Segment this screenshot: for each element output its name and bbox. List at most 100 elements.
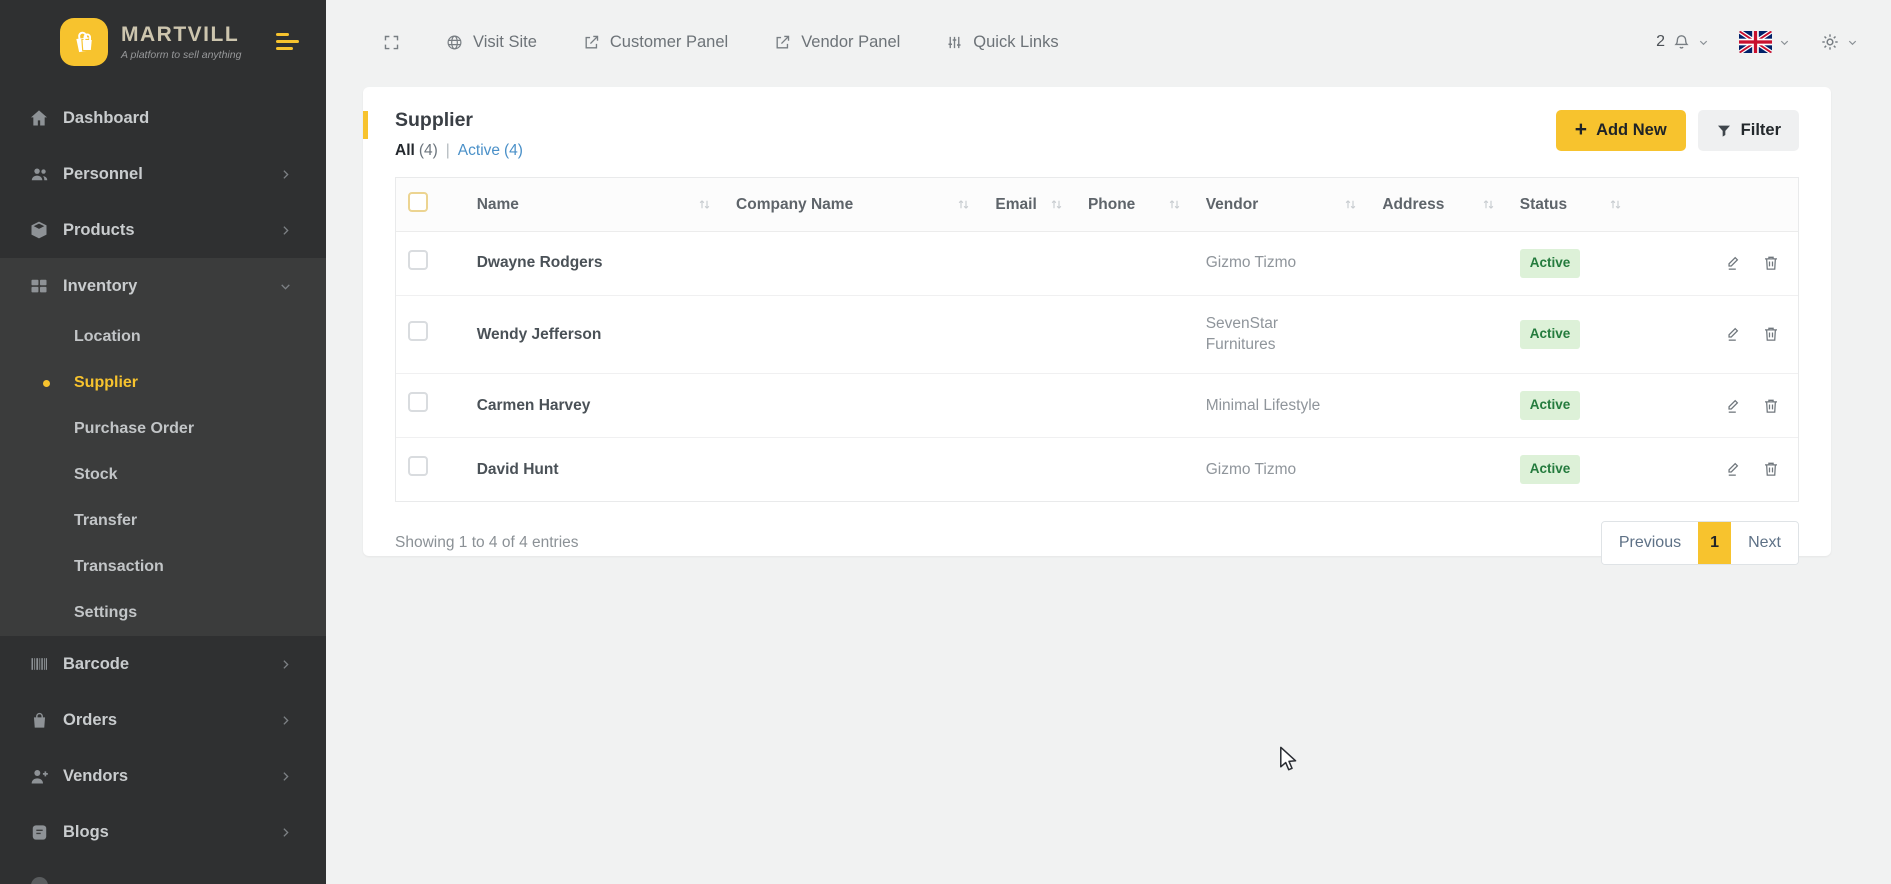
chevron-right-icon (279, 714, 292, 727)
table-row: Carmen Harvey Minimal Lifestyle Active (396, 373, 1798, 438)
sidebar-menu: Dashboard Personnel Products Inventory L… (0, 90, 326, 860)
sidebar-subitem-purchase-order[interactable]: Purchase Order (0, 406, 326, 452)
sidebar-item-products[interactable]: Products (0, 202, 326, 258)
column-header-status[interactable]: Status (1507, 178, 1636, 232)
chevron-down-icon (1698, 37, 1709, 48)
tab-active-count: (4) (504, 142, 523, 160)
supplier-vendor: Gizmo Tizmo (1205, 254, 1297, 272)
chevron-right-icon (279, 770, 292, 783)
settings-dropdown[interactable] (1820, 32, 1858, 52)
users-icon (28, 163, 50, 185)
column-header-email[interactable]: Email (983, 178, 1076, 232)
column-header-vendor[interactable]: Vendor (1193, 178, 1371, 232)
sort-icon (1343, 197, 1358, 212)
column-header-company[interactable]: Company Name (724, 178, 984, 232)
sort-icon (956, 197, 971, 212)
select-all-checkbox[interactable] (408, 192, 428, 213)
sidebar-subitem-settings[interactable]: Settings (0, 590, 326, 636)
supplier-name: David Hunt (464, 436, 725, 501)
customer-panel-link[interactable]: Customer Panel (583, 33, 728, 52)
sidebar-item-blogs[interactable]: Blogs (0, 804, 326, 860)
sidebar-item-label: Orders (63, 710, 118, 729)
sidebar-item-dashboard[interactable]: Dashboard (0, 90, 326, 146)
sidebar-item-label: Barcode (63, 654, 130, 673)
tab-all[interactable]: All (395, 142, 415, 159)
vendor-panel-link[interactable]: Vendor Panel (774, 33, 900, 52)
sidebar-item-label: Vendors (63, 766, 129, 785)
edit-icon[interactable] (1725, 254, 1743, 272)
sidebar-item-partial (31, 877, 48, 884)
edit-icon[interactable] (1725, 460, 1743, 478)
sidebar-item-vendors[interactable]: Vendors (0, 748, 326, 804)
pagination-previous[interactable]: Previous (1601, 521, 1699, 564)
sidebar-item-label: Products (63, 220, 135, 239)
language-dropdown[interactable] (1739, 31, 1790, 53)
visit-site-link[interactable]: Visit Site (446, 33, 537, 52)
status-tabs: All (4) | Active (4) (395, 142, 523, 160)
sidebar-item-barcode[interactable]: Barcode (0, 636, 326, 692)
pagination-next[interactable]: Next (1731, 521, 1798, 564)
sliders-icon (946, 34, 963, 51)
sidebar-item-personnel[interactable]: Personnel (0, 146, 326, 202)
supplier-name: Wendy Jefferson (464, 294, 725, 374)
row-checkbox[interactable] (408, 456, 428, 477)
entries-summary: Showing 1 to 4 of 4 entries (395, 533, 579, 551)
table-row: Wendy Jefferson SevenStar Furnitures Act… (396, 294, 1798, 374)
chevron-down-icon (1847, 37, 1858, 48)
sort-icon (1049, 197, 1064, 212)
trash-icon[interactable] (1762, 397, 1780, 415)
status-badge: Active (1519, 391, 1581, 420)
supplier-name: Dwayne Rodgers (476, 254, 603, 272)
fullscreen-icon[interactable] (383, 34, 400, 51)
supplier-vendor: Gizmo Tizmo (1193, 436, 1371, 501)
barcode-icon (28, 653, 50, 675)
trash-icon[interactable] (1762, 460, 1780, 478)
chevron-right-icon (279, 658, 292, 671)
pagination-page-1[interactable]: 1 (1698, 521, 1732, 564)
supplier-phone (1075, 436, 1194, 501)
supplier-company (724, 373, 984, 438)
add-new-button[interactable]: + Add New (1555, 110, 1686, 151)
supplier-vendor: Minimal Lifestyle (1193, 373, 1371, 438)
quick-links-menu[interactable]: Quick Links (946, 33, 1059, 52)
sidebar-subitem-transfer[interactable]: Transfer (0, 498, 326, 544)
sidebar-subitem-location[interactable]: Location (0, 314, 326, 360)
column-header-address[interactable]: Address (1370, 178, 1508, 232)
row-checkbox[interactable] (408, 321, 428, 342)
trash-icon[interactable] (1762, 254, 1780, 272)
column-header-actions (1635, 178, 1798, 232)
status-badge: Active (1519, 319, 1581, 349)
column-header-name[interactable]: Name (464, 178, 725, 232)
sidebar-group-inventory: Inventory Location Supplier Purchase Ord… (0, 258, 326, 636)
notifications-dropdown[interactable]: 2 (1656, 33, 1709, 52)
sidebar-toggle-icon[interactable] (276, 33, 300, 51)
sidebar-item-inventory[interactable]: Inventory (0, 258, 326, 314)
supplier-phone (1076, 231, 1194, 295)
row-checkbox[interactable] (408, 392, 428, 413)
sidebar-item-orders[interactable]: Orders (0, 692, 326, 748)
tab-active[interactable]: Active (458, 142, 500, 159)
table-row: Dwayne Rodgers Gizmo Tizmo Active (396, 231, 1798, 295)
notification-count: 2 (1656, 33, 1665, 50)
edit-icon[interactable] (1725, 325, 1743, 343)
chevron-right-icon (279, 224, 292, 237)
trash-icon[interactable] (1762, 325, 1780, 343)
supplier-email (983, 373, 1076, 438)
row-checkbox[interactable] (408, 249, 428, 270)
funnel-icon (1716, 123, 1732, 139)
tab-separator: | (445, 142, 450, 160)
sort-icon (1167, 197, 1182, 212)
column-header-phone[interactable]: Phone (1075, 178, 1194, 232)
blog-icon (28, 821, 50, 843)
supplier-card: Supplier All (4) | Active (4) + Add New Filt… (363, 87, 1831, 565)
topbar: Visit Site Customer Panel Vendor Panel Q… (326, 0, 1891, 84)
sort-icon (1608, 197, 1623, 212)
filter-button[interactable]: Filter (1697, 110, 1799, 151)
supplier-address (1370, 373, 1508, 438)
sidebar-subitem-stock[interactable]: Stock (0, 452, 326, 498)
external-link-icon (583, 34, 600, 51)
supplier-vendor: SevenStar Furnitures (1193, 294, 1371, 374)
sidebar-subitem-supplier[interactable]: Supplier (0, 360, 326, 406)
edit-icon[interactable] (1725, 397, 1743, 415)
sidebar-subitem-transaction[interactable]: Transaction (0, 544, 326, 590)
